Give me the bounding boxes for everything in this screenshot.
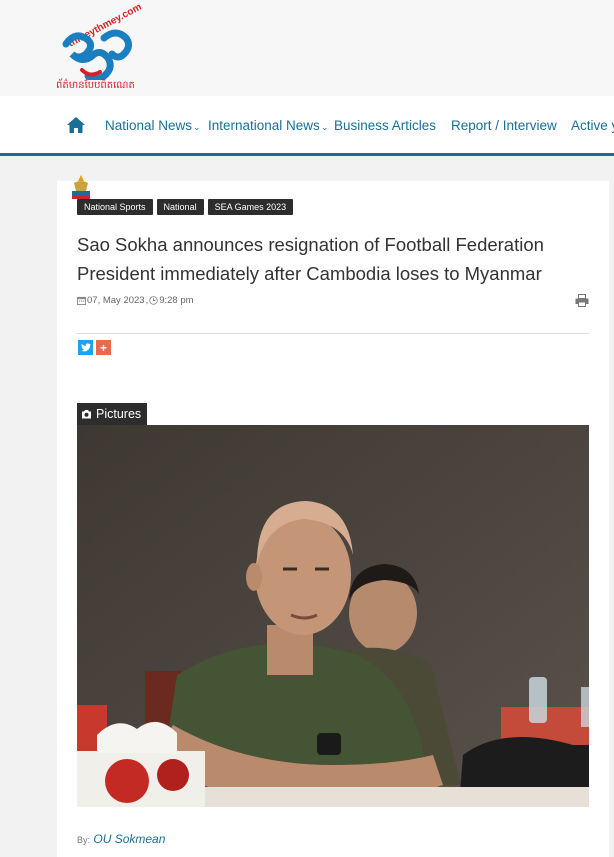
nav-item-national-news[interactable]: National News⌄	[105, 118, 201, 133]
site-header: thmeythmey.com ព័ត៌មានបែបពិតណេត	[0, 0, 614, 96]
article-tags: National Sports National SEA Games 2023	[77, 199, 294, 215]
nav-item-active[interactable]: Active y	[571, 118, 614, 133]
chevron-down-icon: ⌄	[193, 122, 201, 132]
calendar-icon	[77, 296, 86, 305]
twitter-icon	[80, 343, 91, 352]
meta-divider	[77, 333, 589, 334]
nav-item-international-news[interactable]: International News⌄	[208, 118, 328, 133]
clock-icon	[149, 296, 158, 305]
article-date: 07, May 2023	[87, 295, 145, 306]
logo-tagline: ព័ត៌មានបែបពិតណេត	[56, 80, 135, 91]
article-photo-image	[77, 425, 589, 807]
article-photo[interactable]	[77, 425, 589, 807]
nav-label: International News	[208, 118, 320, 133]
author-link[interactable]: OU Sokmean	[93, 832, 165, 846]
article-time: 9:28 pm	[159, 295, 194, 306]
more-share-button[interactable]: +	[96, 340, 111, 355]
pictures-label-text: Pictures	[96, 407, 142, 421]
tag-national-sports[interactable]: National Sports	[77, 199, 153, 215]
tag-sea-games-2023[interactable]: SEA Games 2023	[207, 199, 294, 215]
meta-separator: ,	[145, 295, 149, 306]
print-icon[interactable]	[575, 294, 589, 307]
svg-text:thmeythmey.com: thmeythmey.com	[66, 4, 143, 50]
camera-icon	[82, 410, 91, 419]
nav-item-report-interview[interactable]: Report / Interview	[451, 118, 557, 133]
main-navigation: National News⌄ International News⌄ Busin…	[0, 96, 614, 156]
nav-item-business-articles[interactable]: Business Articles	[334, 118, 436, 133]
pictures-label: Pictures	[77, 403, 148, 425]
tag-national[interactable]: National	[156, 199, 204, 215]
article-title: Sao Sokha announces resignation of Footb…	[77, 234, 544, 284]
article-byline: By: OU Sokmean	[77, 832, 165, 846]
twitter-share-button[interactable]	[78, 340, 93, 355]
article-meta: 07, May 2023 , 9:28 pm	[77, 295, 194, 306]
byline-prefix: By:	[77, 835, 91, 845]
chevron-down-icon: ⌄	[320, 122, 329, 132]
nav-label: National News	[105, 118, 193, 133]
home-icon[interactable]	[66, 116, 86, 134]
site-logo[interactable]: thmeythmey.com ព័ត៌មានបែបពិតណេត	[52, 2, 144, 92]
share-bar: +	[78, 340, 111, 355]
